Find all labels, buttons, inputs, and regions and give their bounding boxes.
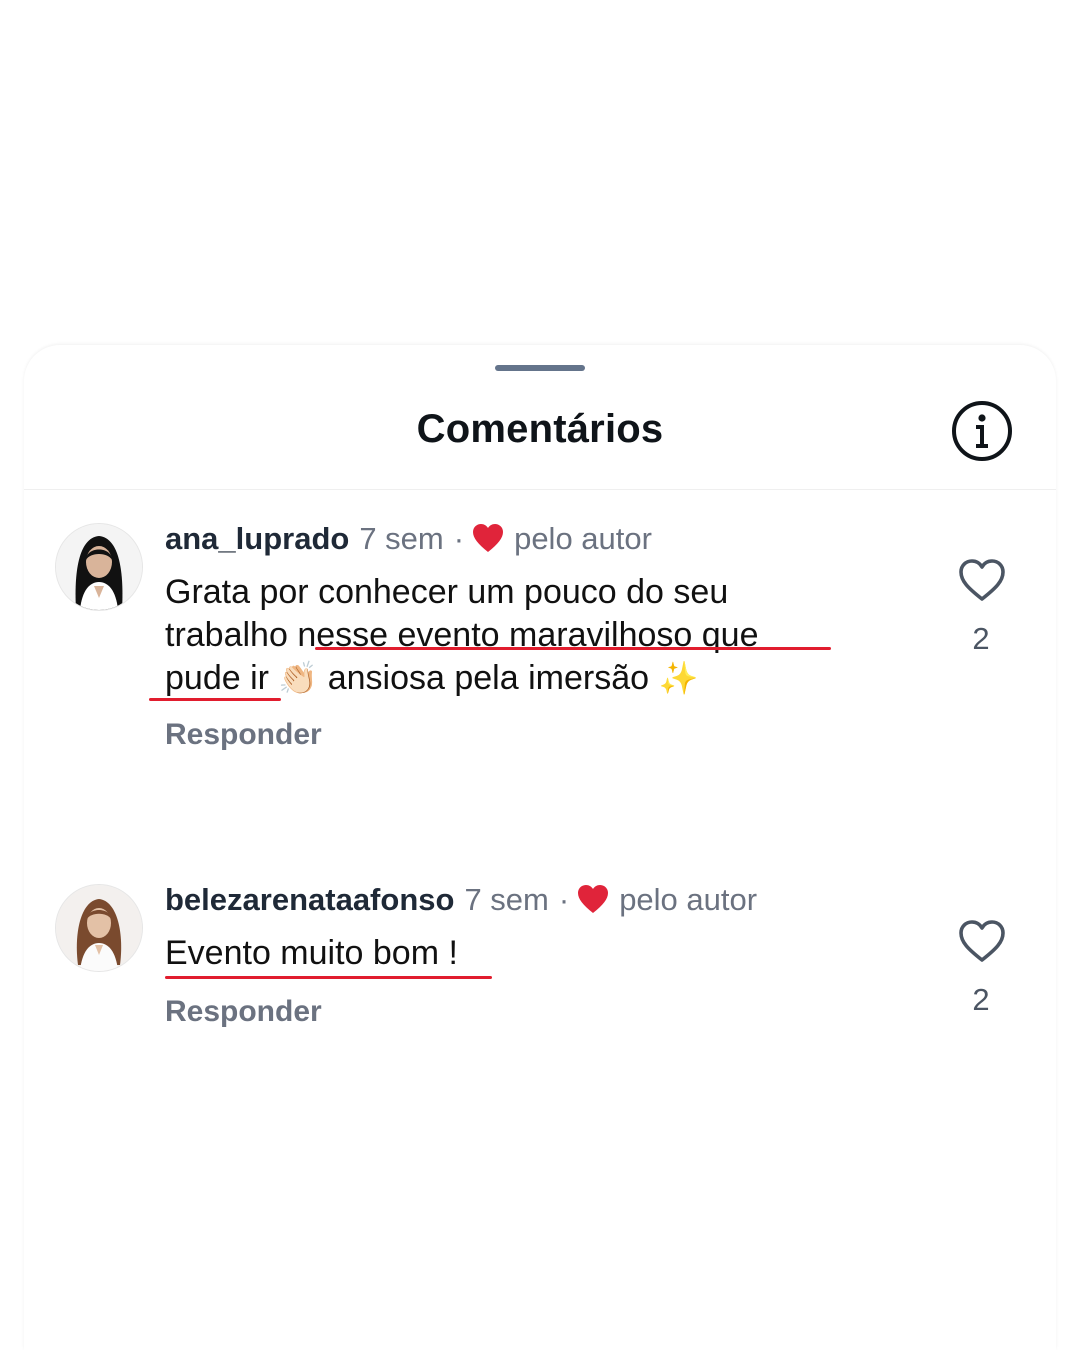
sparkles-emoji: ✨ bbox=[658, 659, 699, 697]
sheet-grabber[interactable] bbox=[495, 365, 585, 371]
separator-dot: · bbox=[453, 521, 465, 556]
avatar[interactable] bbox=[55, 884, 143, 972]
comment-time: 7 sem bbox=[359, 521, 444, 556]
comments-sheet: Comentários ana_luprado 7 sem · pelo autor bbox=[24, 345, 1056, 1350]
comment-fragment: ansiosa pela imersão bbox=[327, 659, 650, 697]
liked-by-author-label: pelo autor bbox=[619, 882, 758, 917]
comment-time: 7 sem bbox=[464, 882, 549, 917]
reply-button[interactable]: Responder bbox=[165, 718, 322, 752]
comment-text: Evento muito bom ! bbox=[165, 932, 885, 975]
avatar[interactable] bbox=[55, 523, 143, 611]
comment-meta: belezarenataafonso 7 sem · pelo autor bbox=[165, 878, 757, 922]
username-link[interactable]: ana_luprado bbox=[165, 521, 349, 556]
liked-by-author-label: pelo autor bbox=[514, 521, 652, 556]
comment-line: Evento muito bom ! bbox=[165, 934, 458, 972]
comment-meta: ana_luprado 7 sem · pelo autor bbox=[165, 517, 652, 561]
heart-filled-icon bbox=[577, 884, 609, 914]
comment-text: Grata por conhecer um pouco do seu traba… bbox=[165, 571, 885, 700]
like-count: 2 bbox=[972, 621, 990, 656]
heart-outline-icon[interactable] bbox=[957, 557, 1007, 603]
clapping-hands-emoji: 👏🏻 bbox=[278, 659, 319, 697]
comment-line: trabalho nesse evento maravilhoso que bbox=[165, 616, 759, 654]
info-icon[interactable] bbox=[951, 400, 1013, 462]
comment-line: pude ir 👏🏻 ansiosa pela imersão ✨ bbox=[165, 657, 885, 700]
sheet-header: Comentários bbox=[24, 385, 1056, 490]
heart-filled-icon bbox=[472, 523, 504, 553]
highlight-underline bbox=[165, 976, 492, 979]
like-count: 2 bbox=[972, 982, 990, 1017]
reply-button[interactable]: Responder bbox=[165, 995, 322, 1029]
username-link[interactable]: belezarenataafonso bbox=[165, 882, 454, 917]
comment-fragment: pude ir bbox=[165, 659, 269, 697]
highlight-underline bbox=[149, 698, 281, 701]
comment-line: Grata por conhecer um pouco do seu bbox=[165, 573, 729, 611]
heart-outline-icon[interactable] bbox=[957, 918, 1007, 964]
separator-dot: · bbox=[558, 882, 570, 917]
page-title: Comentários bbox=[416, 407, 664, 451]
highlight-underline bbox=[315, 647, 831, 650]
